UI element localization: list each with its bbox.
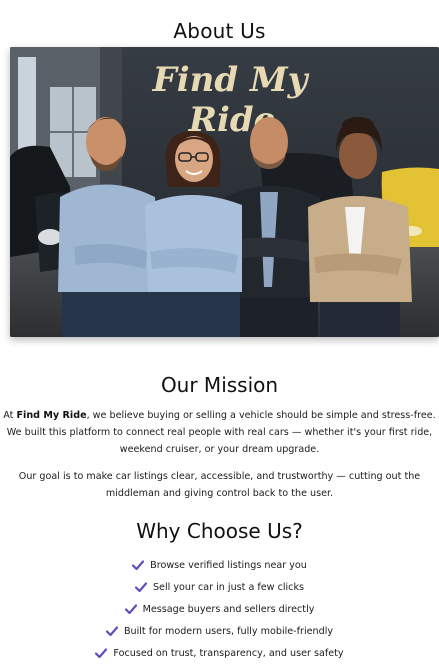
feature-list: Browse verified listings near you Sell y… <box>0 554 439 664</box>
feature-label: Browse verified listings near you <box>150 559 307 571</box>
feature-item: Message buyers and sellers directly <box>0 598 439 620</box>
mission-p1-line1-rest: , we believe buying or selling a vehicle… <box>86 410 436 421</box>
feature-item: Browse verified listings near you <box>0 554 439 576</box>
mission-paragraph-2: Our goal is to make car listings clear, … <box>0 468 439 502</box>
mission-p1-line2: We built this platform to connect real p… <box>6 427 433 438</box>
brand-name: Find My Ride <box>16 410 87 421</box>
sign-text-find-my: Find My <box>152 60 310 100</box>
page-title: About Us <box>173 19 266 44</box>
checkmark-icon <box>124 604 137 614</box>
mission-p1-line3: weekend cruiser, or your dream upgrade. <box>119 444 320 455</box>
mission-p2-line2: middleman and giving control back to the… <box>105 488 334 499</box>
team-photo-illustration: Find My Ride <box>10 47 439 337</box>
feature-label: Focused on trust, transparency, and user… <box>113 647 344 659</box>
mission-p1-prefix: At <box>3 410 17 421</box>
mission-paragraph-1: At Find My Ride, we believe buying or se… <box>0 407 439 458</box>
checkmark-icon <box>105 626 118 636</box>
checkmark-icon <box>132 560 145 570</box>
feature-label: Sell your car in just a few clicks <box>152 581 305 593</box>
hero-team-photo: Find My Ride <box>10 47 439 337</box>
why-choose-us-title: Why Choose Us? <box>136 519 303 543</box>
checkmark-icon <box>134 582 147 592</box>
mission-title: Our Mission <box>160 373 279 397</box>
feature-item: Focused on trust, transparency, and user… <box>0 642 439 664</box>
checkmark-icon <box>95 648 108 658</box>
mission-p2-line1: Our goal is to make car listings clear, … <box>18 471 421 482</box>
feature-item: Built for modern users, fully mobile-fri… <box>0 620 439 642</box>
feature-label: Built for modern users, fully mobile-fri… <box>123 625 334 637</box>
feature-label: Message buyers and sellers directly <box>142 603 315 615</box>
feature-item: Sell your car in just a few clicks <box>0 576 439 598</box>
